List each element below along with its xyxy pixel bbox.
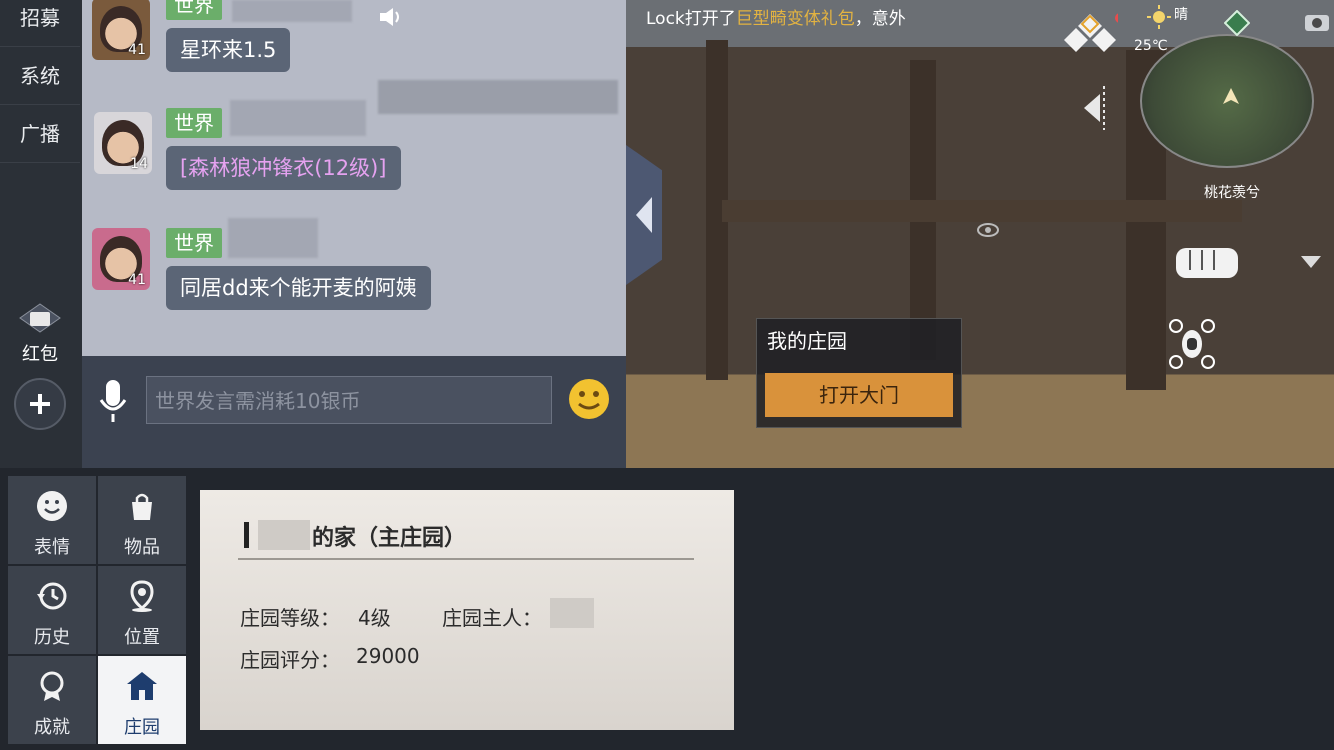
- red-packet-icon: [19, 303, 61, 333]
- chat-panel: 41 世界 星环来1.5 14 世界 [森林狼冲锋衣(12级)] 41 世界 同…: [82, 0, 626, 468]
- microphone-icon[interactable]: [98, 378, 128, 424]
- activity-diamond-icon[interactable]: [1062, 12, 1118, 62]
- owner-redacted: [550, 598, 594, 628]
- game-scene[interactable]: Lock打开了巨型畸变体礼包，意外 晴 25℃ 桃花羡兮 我的庄园 打开大门: [626, 0, 1334, 468]
- notice-highlight: 巨型畸变体礼包: [735, 9, 855, 29]
- menu-item-label: 位置: [124, 627, 160, 648]
- chat-bubble: 同居dd来个能开麦的阿姨: [166, 266, 431, 310]
- menu-item-label: 历史: [34, 627, 70, 648]
- temperature: 25℃: [1134, 38, 1168, 54]
- red-packet-button[interactable]: 红包: [18, 302, 62, 365]
- manor-score-value: 29000: [356, 644, 420, 668]
- avatar[interactable]: 41: [92, 228, 150, 290]
- add-button[interactable]: [14, 378, 66, 430]
- manor-title: 的家（主庄园）: [312, 526, 467, 551]
- speaker-icon[interactable]: [378, 6, 404, 28]
- location-icon: [130, 580, 154, 612]
- avatar-level: 14: [130, 156, 148, 172]
- fence-beam: [722, 200, 1242, 222]
- camera-icon[interactable]: [1304, 10, 1330, 32]
- menu-item-location[interactable]: 位置: [98, 566, 186, 654]
- mount-icon[interactable]: [1224, 10, 1250, 36]
- menu-item-history[interactable]: 历史: [8, 566, 96, 654]
- manor-owner-label: 庄园主人：: [442, 606, 542, 630]
- achievement-icon: [40, 671, 64, 701]
- collapse-chat-button[interactable]: [626, 145, 662, 285]
- menu-item-label: 庄园: [124, 717, 160, 738]
- title-marker: [244, 522, 249, 548]
- chat-input-bar: 世界发言需消耗10银币: [82, 356, 626, 468]
- username-redacted: [228, 218, 318, 258]
- menu-item-items[interactable]: 物品: [98, 476, 186, 564]
- menu-item-emoji[interactable]: 表情: [8, 476, 96, 564]
- manor-info-card: 的家（主庄园） 庄园等级： 4级 庄园主人： 庄园评分： 29000: [200, 490, 734, 730]
- left-sidebar: 招募 系统 广播 红包: [0, 0, 82, 468]
- emoji-icon: [37, 491, 67, 521]
- channel-tag: 世界: [166, 0, 222, 20]
- avatar-level: 41: [128, 42, 146, 58]
- minimap-location: 桃花羡兮: [1204, 185, 1260, 201]
- owner-name-redacted: [258, 520, 310, 550]
- sidebar-item-system[interactable]: 系统: [0, 48, 80, 105]
- avatar[interactable]: 14: [94, 112, 152, 174]
- menu-item-achievement[interactable]: 成就: [8, 656, 96, 744]
- manor-level-value: 4级: [358, 606, 391, 630]
- manor-score-label: 庄园评分：: [240, 648, 340, 672]
- weather-condition: 晴: [1174, 7, 1188, 23]
- notice-prefix: Lock打开了: [646, 9, 736, 29]
- channel-tag: 世界: [166, 108, 222, 138]
- username-redacted: [230, 100, 366, 136]
- menu-item-label: 表情: [34, 537, 70, 558]
- open-gate-button[interactable]: 打开大门: [765, 373, 953, 417]
- player-arrow-icon: [1223, 88, 1239, 104]
- manor-level-label: 庄园等级：: [240, 606, 340, 630]
- sidebar-item-recruit[interactable]: 招募: [0, 0, 80, 47]
- red-packet-label: 红包: [22, 344, 58, 365]
- system-notice: Lock打开了巨型畸变体礼包，意外: [646, 4, 966, 32]
- drone-icon[interactable]: [1168, 318, 1216, 370]
- emoji-icon[interactable]: [568, 378, 610, 420]
- chevron-down-icon[interactable]: [1300, 254, 1322, 270]
- avatar-level: 41: [128, 272, 146, 288]
- chat-message-input[interactable]: 世界发言需消耗10银币: [146, 376, 552, 424]
- username-redacted: [232, 0, 352, 22]
- fist-icon[interactable]: [1170, 236, 1246, 288]
- plus-icon: [30, 394, 50, 414]
- channel-tag: 世界: [166, 228, 222, 258]
- chevron-left-icon[interactable]: [1078, 84, 1108, 132]
- manor-popup: 我的庄园 打开大门: [756, 318, 962, 428]
- avatar[interactable]: 41: [92, 0, 150, 60]
- menu-item-label: 物品: [124, 537, 160, 558]
- chevron-left-icon: [636, 197, 652, 233]
- sun-icon: [1147, 5, 1171, 29]
- manor-icon: [127, 672, 157, 700]
- manor-popup-title: 我的庄园: [767, 329, 847, 353]
- sidebar-item-broadcast[interactable]: 广播: [0, 106, 80, 163]
- redacted-text: [378, 80, 618, 114]
- menu-item-label: 成就: [34, 717, 70, 738]
- history-icon: [37, 582, 67, 610]
- menu-item-manor[interactable]: 庄园: [98, 656, 186, 744]
- chat-bubble: 星环来1.5: [166, 28, 291, 72]
- notice-suffix: ，意外: [854, 9, 906, 29]
- bag-icon: [132, 493, 152, 520]
- eye-icon: [977, 223, 999, 237]
- divider: [238, 558, 694, 560]
- item-link-bubble[interactable]: [森林狼冲锋衣(12级)]: [166, 146, 401, 190]
